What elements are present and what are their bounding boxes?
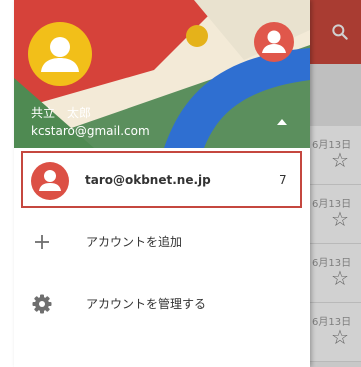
caret-up-icon[interactable] [276,118,288,126]
person-avatar-icon [262,30,286,53]
window-left-edge [0,0,14,367]
secondary-account-avatar[interactable] [254,22,294,62]
manage-accounts-label: アカウントを管理する [86,297,207,311]
drawer-scrim[interactable] [310,0,361,367]
account-list-email: taro@okbnet.ne.jp [85,173,211,187]
account-avatar[interactable] [28,22,92,86]
account-avatar-small [31,162,69,200]
person-avatar-icon [39,170,61,191]
manage-accounts-button[interactable]: アカウントを管理する [14,276,310,332]
gear-icon [32,294,52,314]
drawer-header: 共立 太郎 kcstaro@gmail.com [14,0,310,148]
unread-count: 7 [279,173,287,187]
account-email: kcstaro@gmail.com [31,124,150,138]
person-avatar-icon [41,37,79,72]
plus-icon [35,235,49,249]
add-account-label: アカウントを追加 [86,235,183,249]
account-drawer: 共立 太郎 kcstaro@gmail.com taro@okbnet.ne.j… [14,0,310,367]
account-list-item[interactable]: taro@okbnet.ne.jp 7 [21,151,302,208]
add-account-button[interactable]: アカウントを追加 [14,214,310,270]
account-name: 共立 太郎 [31,106,92,120]
